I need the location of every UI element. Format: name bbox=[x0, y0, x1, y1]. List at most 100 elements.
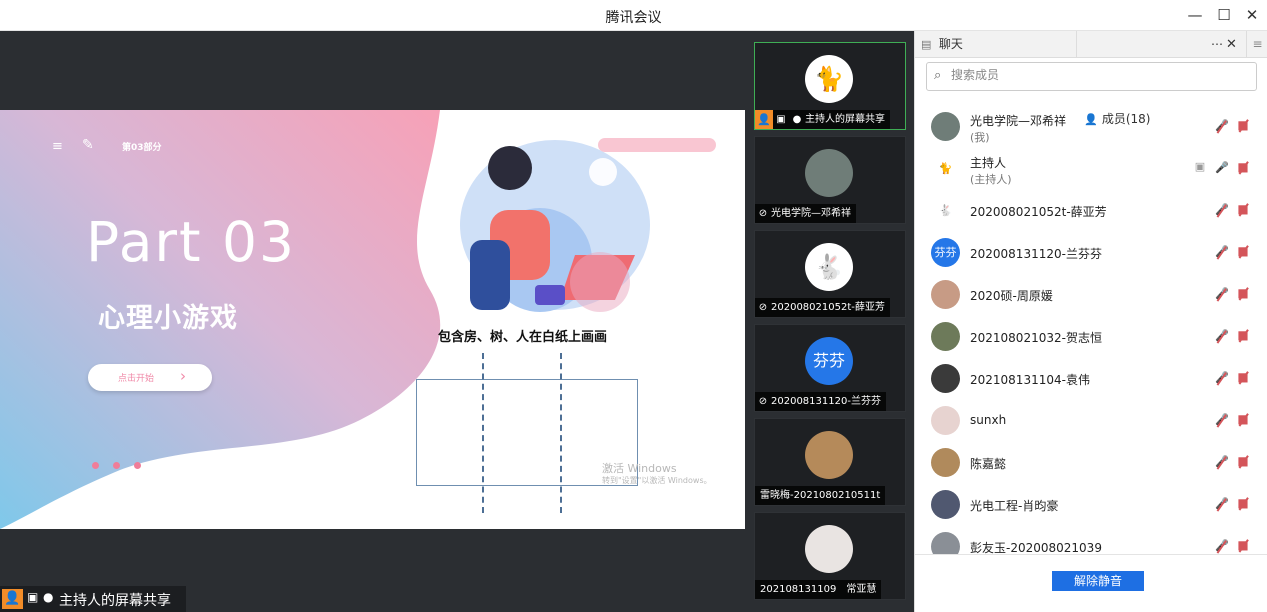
mic-muted-icon[interactable]: 🎤 bbox=[1215, 454, 1229, 468]
camera-off-icon[interactable]: ■ bbox=[1235, 454, 1251, 468]
mic-muted-icon[interactable]: 🎤 bbox=[1215, 286, 1229, 300]
watermark-line2: 转到"设置"以激活 Windows。 bbox=[602, 476, 712, 485]
maximize-icon[interactable]: ☐ bbox=[1215, 7, 1233, 23]
mic-glyph: 🎤 bbox=[1215, 161, 1229, 174]
member-row[interactable]: 光电学院—邓希祥 (我) 🎤 ■ bbox=[915, 106, 1267, 148]
member-avatar bbox=[931, 532, 960, 554]
camera-glyph: ■ bbox=[1237, 370, 1249, 384]
video-tile[interactable]: 🐈 👤 ▣ ● 主持人的屏幕共享 bbox=[754, 42, 906, 130]
tab-chat-label: 聊天 bbox=[938, 37, 963, 51]
camera-off-icon[interactable]: ■ bbox=[1235, 412, 1251, 426]
mic-muted-icon[interactable]: 🎤 bbox=[1215, 244, 1229, 258]
member-name: 202108021032-贺志恒 bbox=[970, 331, 1102, 345]
screen-share-icon: ▣ bbox=[1194, 160, 1206, 173]
mic-muted-icon[interactable]: 🎤 bbox=[1215, 202, 1229, 216]
member-row[interactable]: 202108021032-贺志恒 🎤 ■ bbox=[915, 316, 1267, 358]
mic-muted-icon[interactable]: 🎤 bbox=[1215, 538, 1229, 552]
mic-glyph: 🎤 bbox=[1215, 539, 1229, 552]
mic-muted-icon: ⊘ bbox=[758, 302, 768, 313]
mic-glyph: 🎤 bbox=[1215, 497, 1229, 510]
figure-avatar bbox=[805, 525, 853, 573]
app-title: 腾讯会议 bbox=[605, 10, 662, 26]
member-avatar bbox=[931, 322, 960, 351]
panel-tabs: ▤ 聊天 👤 成员(18) ⋯ ✕ ≡ bbox=[915, 31, 1267, 554]
slide-dot bbox=[134, 462, 141, 469]
mic-muted-icon[interactable]: 🎤 bbox=[1215, 370, 1229, 384]
mic-glyph: 🎤 bbox=[1215, 371, 1229, 384]
video-tile-label: 雷晓梅-2021080210511t bbox=[760, 490, 881, 501]
member-name: 2020硕-周原媛 bbox=[970, 289, 1053, 303]
unmute-all-button[interactable]: 解除静音 bbox=[1052, 571, 1144, 591]
mic-icon: ● bbox=[792, 114, 802, 125]
mic-glyph: 🎤 bbox=[1215, 119, 1229, 132]
camera-off-icon[interactable]: ■ bbox=[1235, 286, 1251, 300]
cat-avatar: 🐈 bbox=[805, 55, 853, 103]
search-input[interactable] bbox=[951, 68, 1241, 82]
camera-glyph: ■ bbox=[1237, 244, 1249, 258]
member-avatar bbox=[931, 490, 960, 519]
activation-watermark: 激活 Windows 转到"设置"以激活 Windows。 bbox=[602, 463, 712, 487]
presentation-slide: ≡ ✎ 第03部分 Part 03 心理小游戏 点击开始 › 包含房、树、人在白… bbox=[0, 110, 745, 529]
member-row[interactable]: 2020硕-周原媛 🎤 ■ bbox=[915, 274, 1267, 316]
tab-chat[interactable]: ▤ 聊天 bbox=[915, 31, 1077, 58]
camera-off-icon[interactable]: ■ bbox=[1235, 244, 1251, 258]
video-tile[interactable]: 芬芬 ⊘ 202008131120-兰芬芬 bbox=[754, 324, 906, 412]
video-tile[interactable]: 🐇 ⊘ 202008021052t-薛亚芳 bbox=[754, 230, 906, 318]
title-bar: 腾讯会议 — ☐ ✕ bbox=[0, 0, 1267, 31]
mic-glyph: 🎤 bbox=[1215, 245, 1229, 258]
pin-icon: ✎ bbox=[82, 137, 94, 153]
member-row[interactable]: sunxh 🎤 ■ bbox=[915, 400, 1267, 442]
member-row[interactable]: 🐈 主持人 (主持人) ▣ 🎤 ■ bbox=[915, 148, 1267, 190]
camera-off-icon[interactable]: ■ bbox=[1235, 496, 1251, 510]
menu-icon[interactable]: ≡ bbox=[1246, 31, 1267, 58]
video-tile-label: 202008021052t-薛亚芳 bbox=[771, 302, 885, 313]
camera-glyph: ■ bbox=[1237, 496, 1249, 510]
video-tile-tag: 202108131109 常亚慧 bbox=[755, 580, 882, 599]
slide-part-title: Part 03 bbox=[86, 210, 297, 274]
camera-glyph: ■ bbox=[1237, 454, 1249, 468]
member-row[interactable]: 光电工程-肖昀豪 🎤 ■ bbox=[915, 484, 1267, 526]
camera-glyph: ■ bbox=[1237, 538, 1249, 552]
camera-off-icon[interactable]: ■ bbox=[1235, 118, 1251, 132]
minimize-icon[interactable]: — bbox=[1186, 7, 1204, 23]
camera-glyph: ■ bbox=[1237, 202, 1249, 216]
camera-off-icon[interactable]: ■ bbox=[1235, 538, 1251, 552]
camera-off-icon[interactable]: ■ bbox=[1235, 328, 1251, 342]
member-row[interactable]: 202108131104-袁伟 🎤 ■ bbox=[915, 358, 1267, 400]
screen-share-icon: ▣ bbox=[27, 590, 39, 604]
camera-off-icon[interactable]: ■ bbox=[1235, 370, 1251, 384]
member-row[interactable]: 彭友玉-202008021039 🎤 ■ bbox=[915, 526, 1267, 554]
camera-off-icon[interactable]: ■ bbox=[1235, 202, 1251, 216]
member-avatar bbox=[931, 406, 960, 435]
member-name: 主持人 bbox=[970, 156, 1007, 170]
mic-muted-icon[interactable]: 🎤 bbox=[1215, 328, 1229, 342]
mic-glyph: 🎤 bbox=[1215, 287, 1229, 300]
member-avatar: 🐈 bbox=[931, 154, 960, 183]
mic-muted-icon[interactable]: 🎤 bbox=[1215, 496, 1229, 510]
rabbit-avatar: 🐇 bbox=[805, 243, 853, 291]
video-tile-tag: ⊘ 202008131120-兰芬芬 bbox=[755, 392, 886, 411]
video-tile-tag: ⊘ 光电学院—邓希祥 bbox=[755, 204, 856, 223]
mic-muted-icon[interactable]: 🎤 bbox=[1215, 412, 1229, 426]
video-tile[interactable]: 雷晓梅-2021080210511t bbox=[754, 418, 906, 506]
member-row[interactable]: 芬芬 202008131120-兰芬芬 🎤 ■ bbox=[915, 232, 1267, 274]
camera-off-icon[interactable]: ■ bbox=[1235, 160, 1251, 174]
member-name: 202108131104-袁伟 bbox=[970, 373, 1090, 387]
slide-dot bbox=[92, 462, 99, 469]
screen-share-tag: 👤 ▣ ● 主持人的屏幕共享 bbox=[0, 586, 186, 612]
video-tile[interactable]: 202108131109 常亚慧 bbox=[754, 512, 906, 600]
more-icon[interactable]: ⋯ bbox=[1211, 31, 1223, 58]
mic-icon[interactable]: 🎤 bbox=[1215, 160, 1229, 174]
dashed-guide bbox=[560, 353, 562, 513]
member-row[interactable]: 🐇 202008021052t-薛亚芳 🎤 ■ bbox=[915, 190, 1267, 232]
slide-subtitle: 心理小游戏 bbox=[98, 303, 238, 334]
member-row[interactable]: 陈嘉懿 🎤 ■ bbox=[915, 442, 1267, 484]
close-panel-icon[interactable]: ✕ bbox=[1226, 31, 1237, 58]
camera-glyph: ■ bbox=[1237, 286, 1249, 300]
member-search[interactable]: ⌕ bbox=[926, 62, 1257, 91]
text-avatar: 芬芬 bbox=[805, 337, 853, 385]
video-tile[interactable]: ⊘ 光电学院—邓希祥 bbox=[754, 136, 906, 224]
mic-muted-icon[interactable]: 🎤 bbox=[1215, 118, 1229, 132]
chat-icon: ▤ bbox=[921, 38, 932, 51]
close-icon[interactable]: ✕ bbox=[1243, 7, 1261, 23]
